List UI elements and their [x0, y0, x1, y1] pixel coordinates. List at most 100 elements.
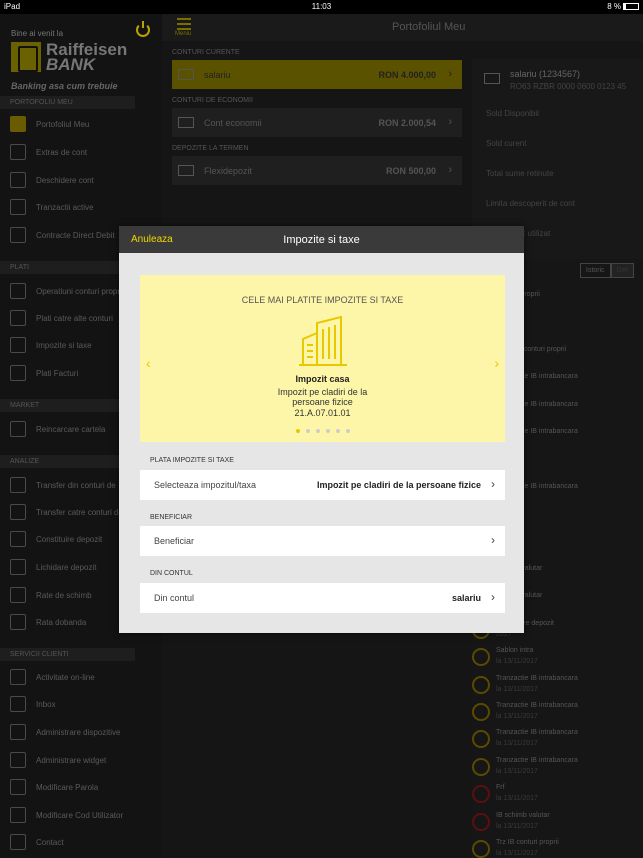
widget-icon	[10, 752, 26, 768]
tab-history[interactable]: Istoric	[580, 263, 611, 278]
sidebar-item-widget[interactable]: Administrare widget	[0, 749, 162, 773]
sidebar-item-contact[interactable]: Contact	[0, 831, 162, 855]
history-title: Tranzactie IB intrabancara	[496, 702, 578, 709]
chevron-left-icon[interactable]: ‹	[146, 355, 151, 371]
top-bar: Meniu Portofoliul Meu	[162, 14, 643, 41]
history-date: la 13/11/2017	[496, 795, 538, 803]
chevron-right-icon: ›	[448, 164, 452, 176]
sidebar-item-active-transactions[interactable]: Tranzactii active	[0, 196, 162, 220]
sidebar-item-label: Contact	[36, 838, 64, 847]
sidebar-item-statement[interactable]: Extras de cont	[0, 141, 162, 165]
history-date: la 13/11/2017	[496, 713, 538, 720]
power-icon[interactable]	[136, 21, 150, 37]
deposit-icon	[10, 531, 26, 547]
page-dot[interactable]	[295, 429, 300, 433]
page-dot[interactable]	[325, 429, 330, 433]
sidebar-item-label: Activitate on-line	[36, 673, 95, 682]
transaction-arrow-icon	[472, 675, 490, 694]
battery-icon	[623, 3, 639, 10]
history-date: la 13/11/2017	[496, 850, 538, 857]
detail-row: Sold Disponibil	[486, 109, 539, 118]
account-name: Flexidepozit	[204, 166, 253, 176]
sidebar-item-online-activity[interactable]: Activitate on-line	[0, 666, 162, 690]
history-title: Tranzactie IB intrabancara	[496, 729, 578, 737]
sidebar-item-open-account[interactable]: Deschidere cont	[0, 169, 162, 193]
history-item[interactable]: IB schimb valutar la 13/11/2017	[472, 808, 643, 836]
account-row[interactable]: Flexidepozit RON 500,00 ›	[172, 156, 462, 185]
detail-row: Total sume retinute	[486, 169, 554, 178]
sidebar-item-label: Portofoliul Meu	[36, 120, 90, 129]
section-label-tax: PLATA IMPOZITE SI TAXE	[150, 457, 234, 464]
chevron-right-icon[interactable]: ›	[494, 355, 499, 371]
account-name: salariu	[204, 70, 231, 80]
history-item[interactable]: Tranzactie IB intrabancara la 13/11/2017	[472, 671, 643, 699]
person-transfer-icon	[10, 310, 26, 326]
lock-icon	[10, 779, 26, 795]
tab-details[interactable]: Det	[610, 263, 634, 278]
page-dot[interactable]	[315, 429, 320, 433]
from-account-field[interactable]: Din contul salariu ›	[140, 583, 505, 613]
account-row[interactable]: Cont economii RON 2.000,54 ›	[172, 108, 462, 137]
detail-iban: RO63 RZBR 0000 0600 0123 45	[510, 82, 627, 91]
phone-icon	[10, 421, 26, 437]
history-item[interactable]: Frf la 13/11/2017	[472, 780, 643, 808]
tax-select-field[interactable]: Selecteaza impozitul/taxa Impozit pe cla…	[140, 470, 505, 500]
history-tabs: Istoric Det	[580, 263, 634, 278]
transactions-icon	[10, 199, 26, 215]
sidebar-item-label: Modificare Parola	[36, 783, 99, 792]
section-label-beneficiary: BENEFICIAR	[150, 514, 193, 521]
modal-title: Impozite si taxe	[283, 234, 360, 246]
device-icon	[10, 724, 26, 740]
card-icon	[178, 69, 194, 80]
group-header: CONTURI CURENTE	[172, 49, 240, 56]
page-indicator[interactable]	[140, 429, 505, 433]
menu-button[interactable]: Meniu	[175, 18, 193, 38]
section-header-market: MARKET	[0, 399, 135, 412]
history-title: Sablon intra	[496, 647, 534, 655]
pulse-icon	[10, 669, 26, 685]
group-header: DEPOZITE LA TERMEN	[172, 145, 249, 152]
section-header-analysis: ANALIZE	[0, 455, 135, 468]
history-title: Trz IB conturi proprii	[496, 839, 559, 846]
menu-bar-icon	[177, 18, 191, 20]
account-row[interactable]: salariu RON 4.000,00 ›	[172, 60, 462, 89]
sidebar-item-inbox[interactable]: Inbox	[0, 693, 162, 717]
transaction-arrow-icon	[472, 840, 490, 858]
account-balance: RON 4.000,00	[378, 70, 436, 80]
savings-icon	[178, 117, 194, 128]
transaction-arrow-icon	[472, 730, 490, 749]
tax-description: Impozit pe cladiri de la persoane fizice	[277, 387, 368, 407]
page-title: Portofoliul Meu	[392, 21, 466, 33]
mail-icon	[10, 696, 26, 712]
sidebar-item-devices[interactable]: Administrare dispozitive	[0, 721, 162, 745]
history-title: Tranzactie IB intrabancara	[496, 756, 578, 764]
field-value: salariu	[451, 593, 481, 603]
page-dot[interactable]	[335, 429, 340, 433]
account-balance: RON 2.000,54	[378, 118, 436, 128]
history-item[interactable]: Tranzactie IB intrabancara la 13/11/2017	[472, 698, 643, 726]
sidebar-item-change-password[interactable]: Modificare Parola	[0, 776, 162, 800]
building-icon	[299, 315, 347, 366]
sidebar-item-portfolio[interactable]: Portofoliul Meu	[0, 113, 162, 137]
beneficiary-field[interactable]: Beneficiar ›	[140, 526, 505, 556]
page-dot[interactable]	[305, 429, 310, 433]
page-dot[interactable]	[345, 429, 350, 433]
modal-header: Anuleaza Impozite si taxe	[119, 226, 524, 253]
deposit-icon	[178, 165, 194, 176]
transaction-arrow-icon	[472, 812, 490, 831]
history-item[interactable]: Trz IB conturi proprii la 13/11/2017	[472, 835, 643, 858]
popular-taxes-carousel[interactable]: CELE MAI PLATITE IMPOZITE SI TAXE Impozi…	[140, 275, 505, 442]
history-item[interactable]: Sablon intra la 13/11/2017	[472, 643, 643, 671]
history-item[interactable]: Tranzactie IB intrabancara la 13/11/2017	[472, 753, 643, 781]
history-date: la 13/11/2017	[496, 822, 538, 830]
transaction-arrow-icon	[472, 703, 490, 721]
section-label-from-account: DIN CONTUL	[150, 570, 193, 577]
chevron-right-icon: ›	[491, 533, 495, 547]
user-id-icon	[10, 807, 26, 823]
history-item[interactable]: Tranzactie IB intrabancara la 13/11/2017	[472, 725, 643, 753]
account-name: Cont economii	[204, 118, 262, 128]
status-bar: iPad 11:03 8 %	[0, 0, 643, 14]
sidebar-item-change-user-code[interactable]: Modificare Cod Utilizator	[0, 804, 162, 828]
sidebar-item-label: Modificare Cod Utilizator	[36, 811, 124, 820]
percent-icon	[10, 614, 26, 630]
